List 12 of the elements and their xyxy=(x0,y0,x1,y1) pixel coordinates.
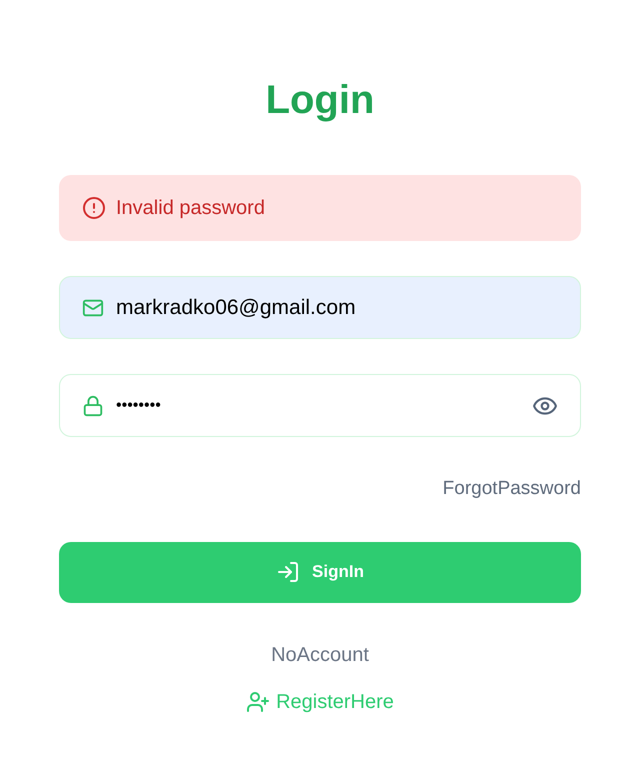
error-message: Invalid password xyxy=(116,196,265,221)
email-field[interactable]: markradko06@gmail.com xyxy=(59,276,581,339)
sign-in-icon xyxy=(276,560,300,584)
add-user-icon xyxy=(246,690,270,714)
forgot-password-link[interactable]: ForgotPassword xyxy=(442,475,581,504)
email-value: markradko06@gmail.com xyxy=(116,294,356,321)
alert-icon xyxy=(82,196,106,220)
lock-icon xyxy=(82,394,104,416)
password-field[interactable]: •••••••• xyxy=(59,374,581,437)
no-account-text: NoAccount xyxy=(271,642,369,668)
login-title: Login xyxy=(266,77,374,124)
password-value: •••••••• xyxy=(116,396,161,416)
